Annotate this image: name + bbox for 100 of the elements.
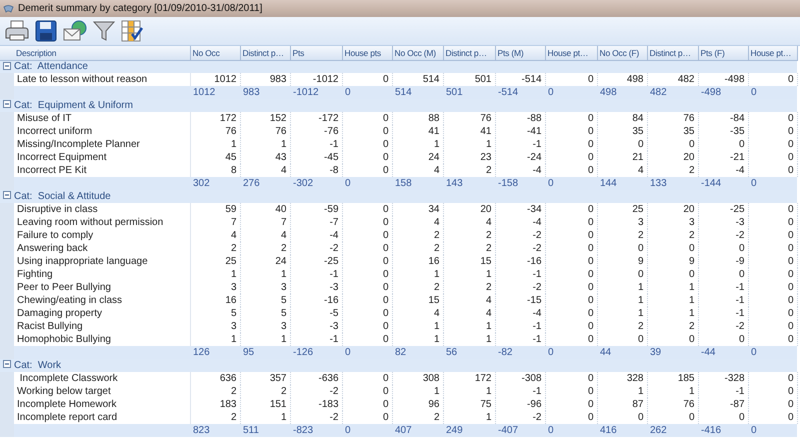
table-cell: 0 [545,203,597,216]
column-header[interactable]: Pts [290,46,342,60]
table-cell: 1 [190,138,240,151]
print-button[interactable] [4,19,30,43]
table-cell: -88 [495,112,545,125]
table-cell: Missing/Incomplete Planner [14,138,190,151]
table-cell: 0 [748,398,797,411]
column-header[interactable]: Description [14,46,190,60]
total-cell: 158 [392,177,443,190]
collapse-icon[interactable] [3,100,11,108]
column-header[interactable]: House pts [342,46,392,60]
table-cell: 0 [545,294,597,307]
table-cell: -2 [495,281,545,294]
table-cell: 1 [240,268,290,281]
table-cell: 357 [240,372,290,385]
table-cell: 0 [748,138,797,151]
table-cell: 34 [392,203,443,216]
table-cell: Leaving room without permission [14,216,190,229]
table-cell: -183 [290,398,342,411]
table-cell: -4 [290,229,342,242]
column-header[interactable]: No Occ (M) [392,46,443,60]
filter-button[interactable] [92,19,116,43]
total-cell: -823 [290,424,342,437]
total-cell: 416 [597,424,647,437]
column-header[interactable]: No Occ (F) [597,46,647,60]
table-cell: -1 [290,268,342,281]
column-header[interactable]: Distinct p… [240,46,290,60]
table-cell: 0 [748,229,797,242]
group-header[interactable]: Cat: Social & Attitude [14,190,111,202]
table-cell: 9 [597,255,647,268]
group-header[interactable]: Cat: Work [14,360,62,370]
column-header[interactable]: Distinct p… [647,46,698,60]
total-cell: -302 [290,177,342,190]
column-header[interactable]: House pt… [545,46,597,60]
table-cell: 20 [647,203,698,216]
table-cell: 21 [597,151,647,164]
table-cell: 35 [647,125,698,138]
table-cell: -1 [698,294,748,307]
table-cell: -15 [495,294,545,307]
table-cell: 25 [597,203,647,216]
table-cell: 0 [342,138,392,151]
total-cell: 133 [647,177,698,190]
total-cell: 482 [647,86,698,99]
table-cell: 1 [392,138,443,151]
window-title: Demerit summary by category [01/09/2010-31/08/2011] [18,2,262,16]
table-cell: 2 [443,242,495,255]
table-cell: 0 [597,268,647,281]
collapse-icon[interactable] [3,62,11,70]
table-cell: 23 [443,151,495,164]
table-cell: Disruptive in class [14,203,190,216]
table-cell: 0 [545,372,597,385]
table-cell: -1 [698,385,748,398]
total-cell: 0 [748,346,797,359]
table-cell: 0 [748,281,797,294]
table-cell: 0 [545,112,597,125]
table-cell: 0 [698,242,748,255]
table-cell: -2 [698,229,748,242]
table-cell: 96 [392,398,443,411]
table-cell: Incorrect uniform [14,125,190,138]
table-cell: 76 [240,125,290,138]
table-cell: 0 [545,216,597,229]
total-cell: 0 [545,177,597,190]
table-cell: 3 [240,320,290,333]
table-cell: 0 [597,138,647,151]
table-cell: 7 [190,216,240,229]
group-header[interactable]: Cat: Attendance [14,60,88,72]
table-cell: 59 [190,203,240,216]
table-cell: 2 [647,229,698,242]
table-cell: 0 [342,112,392,125]
save-button[interactable] [34,19,58,43]
table-cell: 76 [443,112,495,125]
table-cell: Using inappropriate language [14,255,190,268]
table-cell: Misuse of IT [14,112,190,125]
table-cell: 16 [392,255,443,268]
table-cell: 0 [748,112,797,125]
collapse-icon[interactable] [3,360,11,368]
collapse-icon[interactable] [3,191,11,200]
column-header[interactable]: Distinct p… [443,46,495,60]
table-cell: 1 [647,294,698,307]
column-header[interactable]: Pts (M) [495,46,545,60]
column-chooser-button[interactable] [120,19,144,43]
column-header[interactable]: Pts (F) [698,46,748,60]
total-cell: -144 [698,177,748,190]
group-header[interactable]: Cat: Equipment & Uniform [14,100,133,110]
column-header[interactable]: No Occ [190,46,240,60]
table-cell: 4 [392,216,443,229]
table-cell: Fighting [14,268,190,281]
total-cell: 514 [392,86,443,99]
table-cell: -25 [290,255,342,268]
table-cell: Racist Bullying [14,320,190,333]
table-cell: -2 [698,320,748,333]
email-button[interactable] [62,19,88,43]
table-cell: 0 [698,268,748,281]
table-cell: 45 [190,151,240,164]
table-cell: 24 [392,151,443,164]
table-cell: 76 [647,112,698,125]
table-cell: 2 [240,385,290,398]
table-cell: 0 [545,242,597,255]
total-cell: 0 [748,424,797,437]
column-header[interactable]: House pt… [748,46,797,60]
